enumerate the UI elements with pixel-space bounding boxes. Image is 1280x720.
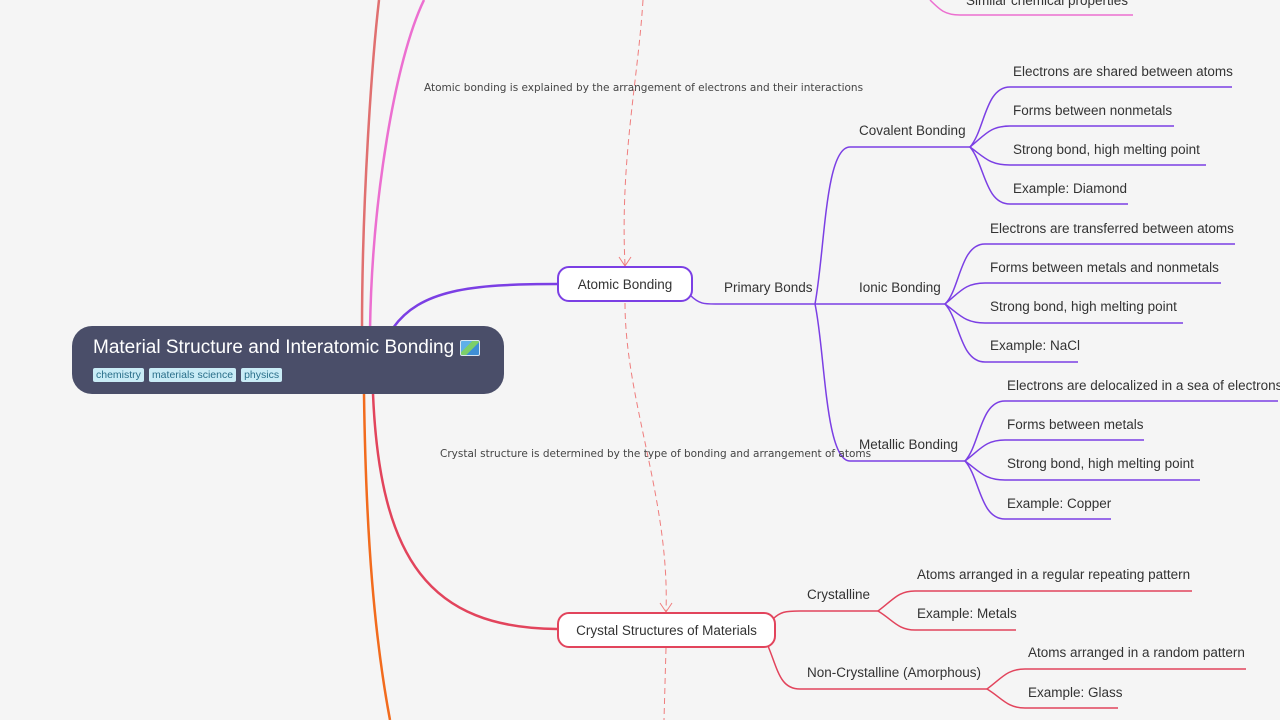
similar-chemical-properties-node[interactable]: Similar chemical properties [966, 0, 1128, 9]
atomic-bonding-topic[interactable]: Atomic Bonding [557, 266, 693, 302]
covalent-bonding-node[interactable]: Covalent Bonding [859, 123, 966, 139]
covalent-item-4[interactable]: Example: Diamond [1013, 181, 1127, 197]
branch-red-line [371, 393, 558, 631]
ionic-item-4[interactable]: Example: NaCl [990, 338, 1080, 354]
tag-materials-science[interactable]: materials science [148, 368, 237, 382]
covalent-item-2[interactable]: Forms between nonmetals [1013, 103, 1172, 119]
metallic-item-4[interactable]: Example: Copper [1007, 496, 1111, 512]
atomic-bonding-label: Atomic Bonding [577, 276, 673, 292]
relationship-line-3 [663, 647, 667, 720]
relationship-line-1 [623, 0, 644, 266]
branch-purple-line [391, 282, 558, 329]
root-title: Material Structure and Interatomic Bondi… [93, 337, 455, 358]
root-title-row: Material Structure and Interatomic Bondi… [93, 336, 504, 360]
primary-bonds-line [689, 294, 815, 305]
ionic-bonding-node[interactable]: Ionic Bonding [859, 280, 941, 296]
crystalline-node[interactable]: Crystalline [807, 587, 870, 603]
tag-list: chemistry materials science physics [93, 368, 504, 382]
non-crystalline-item-1[interactable]: Atoms arranged in a random pattern [1028, 645, 1245, 661]
non-crystalline-node[interactable]: Non-Crystalline (Amorphous) [807, 665, 981, 681]
covalent-item-3[interactable]: Strong bond, high melting point [1013, 142, 1200, 158]
crystal-structures-label: Crystal Structures of Materials [576, 622, 757, 638]
crystal-structures-topic[interactable]: Crystal Structures of Materials [557, 612, 776, 648]
metallic-item-1[interactable]: Electrons are delocalized in a sea of el… [1007, 378, 1280, 394]
primary-bonds-node[interactable]: Primary Bonds [724, 280, 813, 296]
covalent-item-1[interactable]: Electrons are shared between atoms [1013, 64, 1233, 80]
branch-pink-line [368, 0, 426, 331]
relationship-label-2[interactable]: Crystal structure is determined by the t… [440, 448, 871, 460]
tag-physics[interactable]: physics [241, 368, 283, 382]
ionic-item-2[interactable]: Forms between metals and nonmetals [990, 260, 1219, 276]
crystalline-item-1[interactable]: Atoms arranged in a regular repeating pa… [917, 567, 1190, 583]
ionic-item-3[interactable]: Strong bond, high melting point [990, 299, 1177, 315]
tag-chemistry[interactable]: chemistry [93, 368, 144, 382]
metallic-bonding-node[interactable]: Metallic Bonding [859, 437, 958, 453]
root-topic[interactable]: Material Structure and Interatomic Bondi… [72, 326, 504, 394]
crystalline-item-2[interactable]: Example: Metals [917, 606, 1017, 622]
ionic-item-1[interactable]: Electrons are transferred between atoms [990, 221, 1234, 237]
crystalline-line [772, 610, 878, 620]
metallic-item-3[interactable]: Strong bond, high melting point [1007, 456, 1194, 472]
relationship-label-1[interactable]: Atomic bonding is explained by the arran… [424, 82, 863, 94]
metallic-item-2[interactable]: Forms between metals [1007, 417, 1144, 433]
world-map-icon [460, 340, 481, 356]
non-crystalline-item-2[interactable]: Example: Glass [1028, 685, 1123, 701]
